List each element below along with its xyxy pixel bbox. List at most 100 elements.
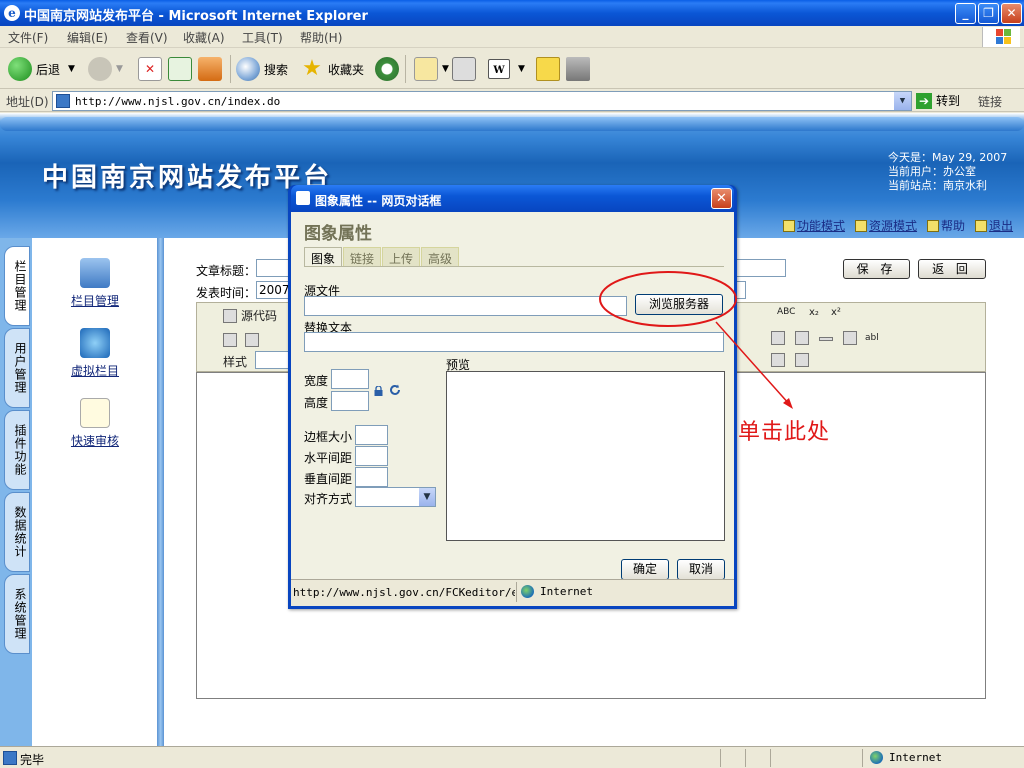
subscript-icon[interactable]: x₂: [809, 307, 819, 318]
tab-upload[interactable]: 上传: [382, 247, 421, 266]
side-panel: 栏目管理 虚拟栏目 快速审核: [32, 238, 157, 746]
article-time-label: 发表时间：: [196, 286, 257, 300]
reset-size-icon[interactable]: [389, 384, 401, 396]
sidetab-system[interactable]: 系统管理: [4, 574, 30, 654]
stop-icon: ✕: [138, 57, 162, 81]
messenger-button[interactable]: [566, 55, 594, 83]
panel-divider[interactable]: [157, 238, 164, 746]
nav-help[interactable]: 帮助: [927, 217, 965, 234]
bullet-list-icon[interactable]: [245, 333, 259, 347]
refresh-page-icon: [168, 57, 192, 81]
go-label: 转到: [936, 94, 961, 108]
menu-favorites[interactable]: 收藏(A): [183, 29, 225, 46]
minimize-button[interactable]: _: [955, 3, 976, 24]
lock-ratio-icon[interactable]: [374, 386, 383, 396]
sidebar-item-virtual[interactable]: 虚拟栏目: [68, 328, 122, 379]
alt-input[interactable]: [304, 332, 724, 352]
abl-icon[interactable]: abl: [865, 333, 879, 343]
stop-button[interactable]: ✕: [138, 55, 166, 83]
back-arrow-icon: [8, 57, 32, 81]
nav-logout[interactable]: 退出: [975, 217, 1013, 234]
text-color-icon[interactable]: [771, 353, 785, 367]
cancel-button[interactable]: 取消: [677, 559, 725, 580]
height-label: 高度: [304, 396, 329, 410]
search-button[interactable]: 搜索: [236, 55, 288, 83]
address-dropdown-icon[interactable]: ▼: [894, 92, 911, 110]
user-line: 当前用户：办公室: [888, 165, 976, 178]
src-input[interactable]: [304, 296, 627, 316]
hspace-input[interactable]: [355, 446, 388, 466]
print-button[interactable]: [452, 55, 480, 83]
width-input[interactable]: [331, 369, 369, 389]
back-label: 后退: [36, 62, 61, 77]
menu-bar: 文件(F) 编辑(E) 查看(V) 收藏(A) 工具(T) 帮助(H): [0, 26, 1024, 48]
site-info: 今天是：May 29, 2007 当前用户：办公室 当前站点：南京水利: [888, 151, 1007, 193]
sidetab-user-mgmt[interactable]: 用户管理: [4, 328, 30, 408]
tab-link[interactable]: 链接: [343, 247, 382, 266]
dialog-close-button[interactable]: ✕: [711, 188, 732, 209]
favorites-star-icon: ★: [302, 56, 322, 81]
restore-button[interactable]: ❐: [978, 3, 999, 24]
address-input[interactable]: http://www.njsl.gov.cn/index.do ▼: [52, 91, 912, 111]
history-button[interactable]: [375, 55, 403, 83]
station-line: 当前站点：南京水利: [888, 179, 987, 192]
home-small-icon: [783, 219, 795, 232]
menu-edit[interactable]: 编辑(E): [67, 29, 108, 46]
border-input[interactable]: [355, 425, 388, 445]
menu-view[interactable]: 查看(V): [126, 29, 168, 46]
nav-resource-mode[interactable]: 资源模式: [855, 217, 917, 234]
window-title: 中国南京网站发布平台 - Microsoft Internet Explorer: [24, 9, 368, 24]
refresh-button[interactable]: [168, 55, 196, 83]
help-icon: [927, 219, 940, 232]
tab-advanced[interactable]: 高级: [421, 247, 460, 266]
status-text: 完毕: [20, 753, 45, 767]
links-button[interactable]: 链接: [978, 93, 1002, 110]
image-icon[interactable]: [843, 331, 857, 345]
logout-icon: [975, 219, 988, 232]
dialog-heading: 图象属性: [304, 224, 372, 244]
address-url: http://www.njsl.gov.cn/index.do: [75, 95, 281, 108]
source-code-icon: [223, 309, 237, 323]
mail-button[interactable]: ▼: [414, 55, 449, 83]
bg-color-icon[interactable]: [795, 353, 809, 367]
close-window-button[interactable]: ✕: [1001, 3, 1022, 24]
vspace-input[interactable]: [355, 467, 388, 487]
forward-button[interactable]: ▼: [88, 55, 123, 83]
table-icon[interactable]: [795, 331, 809, 345]
menu-tools[interactable]: 工具(T): [242, 29, 283, 46]
go-button[interactable]: ➔ 转到: [916, 92, 960, 109]
save-button[interactable]: 保 存: [843, 259, 910, 279]
horizontal-rule-icon[interactable]: [819, 337, 833, 341]
internet-globe-icon: [870, 751, 883, 764]
word-button[interactable]: W ▼: [488, 55, 525, 83]
spellcheck-icon[interactable]: ABC: [777, 307, 795, 317]
search-label: 搜索: [264, 62, 289, 77]
source-code-button[interactable]: 源代码: [241, 307, 277, 324]
sidetab-stats[interactable]: 数据统计: [4, 492, 30, 572]
tab-image[interactable]: 图象: [304, 247, 343, 266]
date-line: 今天是：May 29, 2007: [888, 151, 1008, 164]
home-button[interactable]: [198, 55, 226, 83]
sidebar-item-columns[interactable]: 栏目管理: [68, 258, 122, 309]
height-input[interactable]: [331, 391, 369, 411]
messenger-icon: [566, 57, 590, 81]
virtual-column-icon: [80, 328, 110, 358]
ok-button[interactable]: 确定: [621, 559, 669, 580]
width-label: 宽度: [304, 374, 329, 388]
back-page-button[interactable]: 返 回: [918, 259, 986, 279]
browse-server-button[interactable]: 浏览服务器: [635, 294, 723, 315]
align-select[interactable]: ▼: [355, 487, 436, 507]
menu-file[interactable]: 文件(F): [8, 29, 48, 46]
textfield-icon[interactable]: [771, 331, 785, 345]
note-button[interactable]: [536, 55, 564, 83]
ordered-list-icon[interactable]: [223, 333, 237, 347]
nav-function-mode[interactable]: 功能模式: [783, 217, 845, 234]
back-button[interactable]: 后退 ▼: [8, 55, 75, 83]
sidetab-column-mgmt[interactable]: 栏目管理: [4, 246, 30, 326]
sidetab-plugin[interactable]: 插件功能: [4, 410, 30, 490]
superscript-icon[interactable]: x²: [831, 307, 841, 318]
favorites-button[interactable]: ★ 收藏夹: [300, 55, 364, 83]
sidebar-item-review[interactable]: 快速审核: [68, 398, 122, 449]
menu-help[interactable]: 帮助(H): [300, 29, 342, 46]
style-label: 样式: [223, 355, 248, 369]
